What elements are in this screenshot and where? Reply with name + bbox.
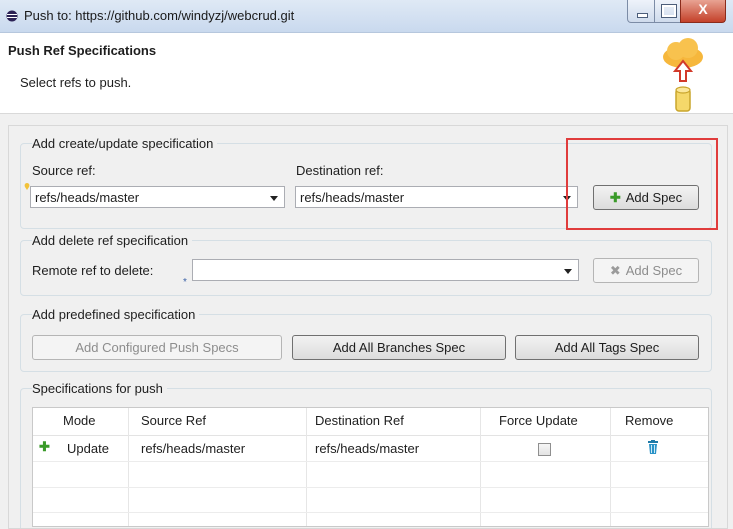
destination-ref-combo[interactable]: refs/heads/master — [295, 186, 578, 208]
remote-ref-combo[interactable] — [192, 259, 579, 281]
page-title: Push Ref Specifications — [8, 43, 157, 58]
col-source-ref[interactable]: Source Ref — [141, 413, 206, 428]
maximize-button[interactable] — [654, 0, 682, 23]
title-bar: Push to: https://github.com/windyzj/webc… — [0, 0, 733, 33]
col-remove[interactable]: Remove — [625, 413, 673, 428]
eclipse-icon — [6, 10, 18, 22]
add-all-branches-spec-button[interactable]: Add All Branches Spec — [292, 335, 506, 360]
wizard-header: Push Ref Specifications Select refs to p… — [0, 33, 733, 114]
column-divider — [480, 408, 481, 526]
close-button[interactable]: X — [680, 0, 726, 23]
add-icon: ✚ — [39, 439, 50, 454]
window-title: Push to: https://github.com/windyzj/webc… — [24, 8, 295, 23]
column-divider — [306, 408, 307, 526]
chevron-down-icon[interactable] — [270, 196, 278, 201]
add-configured-push-specs-button[interactable]: Add Configured Push Specs — [32, 335, 282, 360]
delete-icon: ✖ — [609, 263, 621, 278]
col-force-update[interactable]: Force Update — [499, 413, 578, 428]
destination-ref-value: refs/heads/master — [300, 190, 405, 205]
predefined-group-label: Add predefined specification — [32, 307, 200, 322]
col-destination-ref[interactable]: Destination Ref — [315, 413, 404, 428]
add-delete-spec-button-label: Add Spec — [625, 263, 683, 278]
trash-icon[interactable] — [647, 440, 659, 455]
column-divider — [128, 408, 129, 526]
create-update-group-label: Add create/update specification — [32, 136, 218, 151]
specs-group-label: Specifications for push — [32, 381, 167, 396]
row-source-ref: refs/heads/master — [141, 441, 246, 456]
delete-ref-group-label: Add delete ref specification — [32, 233, 193, 248]
table-header: Mode Source Ref Destination Ref Force Up… — [33, 408, 708, 436]
remote-ref-label: Remote ref to delete: — [32, 263, 154, 278]
add-delete-spec-button[interactable]: ✖ Add Spec — [593, 258, 699, 283]
source-ref-combo[interactable]: refs/heads/master — [30, 186, 285, 208]
highlight-box — [566, 138, 718, 230]
page-subtitle: Select refs to push. — [20, 75, 132, 90]
destination-ref-label: Destination ref: — [296, 163, 384, 178]
row-mode: Update — [67, 441, 109, 456]
add-all-tags-spec-button[interactable]: Add All Tags Spec — [515, 335, 699, 360]
col-mode[interactable]: Mode — [63, 413, 96, 428]
row-divider — [33, 461, 708, 462]
required-marker-icon: * — [183, 277, 187, 288]
cloud-push-icon — [663, 38, 703, 112]
force-update-checkbox[interactable] — [538, 443, 551, 456]
source-ref-label: Source ref: — [32, 163, 96, 178]
column-divider — [610, 408, 611, 526]
row-divider — [33, 487, 708, 488]
minimize-button[interactable] — [627, 0, 656, 23]
source-ref-value: refs/heads/master — [35, 190, 140, 205]
row-divider — [33, 512, 708, 513]
specs-table: Mode Source Ref Destination Ref Force Up… — [32, 407, 709, 527]
chevron-down-icon[interactable] — [564, 269, 572, 274]
close-icon: X — [698, 1, 708, 17]
row-destination-ref: refs/heads/master — [315, 441, 420, 456]
